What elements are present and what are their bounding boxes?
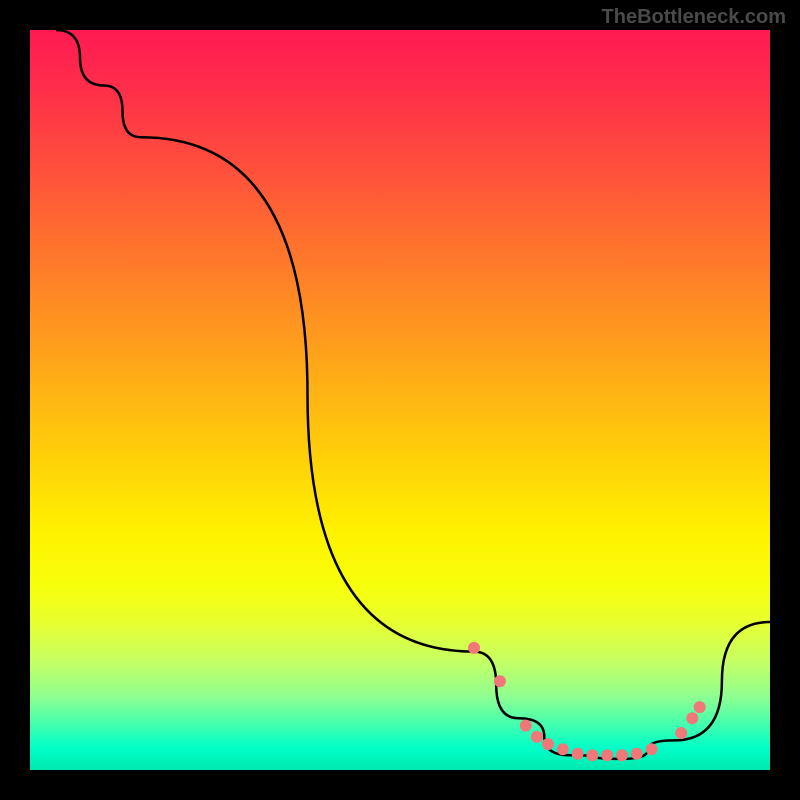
curve-marker bbox=[520, 720, 532, 732]
curve-marker bbox=[531, 731, 543, 743]
curve-marker bbox=[646, 743, 658, 755]
curve-marker bbox=[616, 749, 628, 761]
curve-markers-group bbox=[468, 642, 706, 761]
curve-line-group bbox=[56, 30, 770, 759]
curve-path bbox=[56, 30, 770, 759]
curve-marker bbox=[694, 701, 706, 713]
curve-marker bbox=[542, 738, 554, 750]
curve-marker bbox=[686, 712, 698, 724]
watermark-text: TheBottleneck.com bbox=[602, 6, 786, 29]
curve-marker bbox=[631, 748, 643, 760]
curve-marker bbox=[601, 749, 613, 761]
curve-marker bbox=[675, 727, 687, 739]
curve-marker bbox=[586, 749, 598, 761]
curve-marker bbox=[468, 642, 480, 654]
curve-marker bbox=[572, 748, 584, 760]
chart-svg bbox=[30, 30, 770, 770]
curve-marker bbox=[557, 743, 569, 755]
plot-area bbox=[30, 30, 770, 770]
curve-marker bbox=[494, 675, 506, 687]
